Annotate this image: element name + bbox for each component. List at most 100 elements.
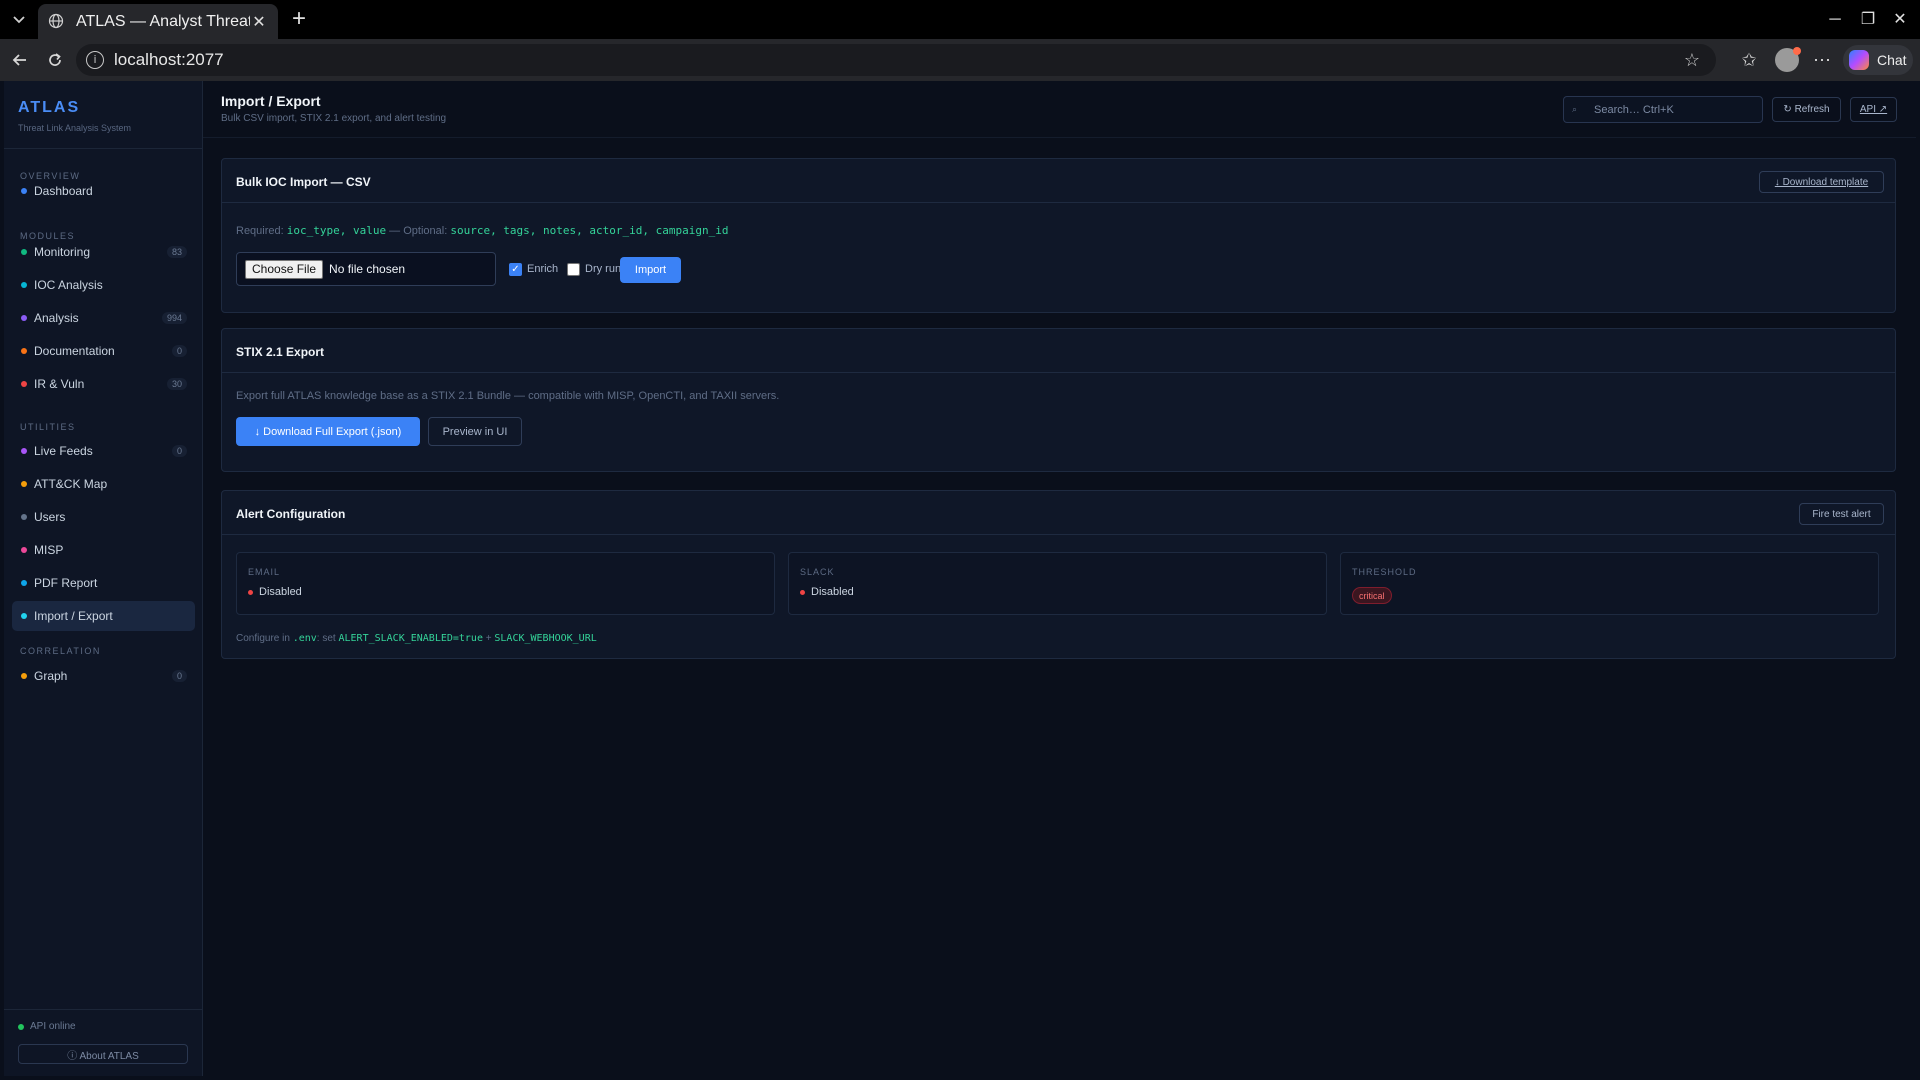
- card-title: Bulk IOC Import — CSV: [236, 175, 371, 189]
- more-menu-icon[interactable]: ⋯: [1810, 48, 1834, 72]
- sidebar-item-import-export[interactable]: Import / Export: [12, 601, 195, 631]
- sidebar-item-graph[interactable]: Graph 0: [12, 661, 195, 691]
- browser-tab-active[interactable]: ATLAS — Analyst Threat & I ✕: [38, 4, 278, 39]
- about-atlas-button[interactable]: ⓘ About ATLAS: [18, 1044, 188, 1064]
- enrich-label: Enrich: [527, 263, 559, 275]
- sidebar-item-ioc-analysis[interactable]: IOC Analysis: [12, 270, 195, 300]
- sidebar-item-misp[interactable]: MISP: [12, 535, 195, 565]
- atlas-app: ATLAS Threat Link Analysis System OVERVI…: [4, 81, 1916, 1076]
- sidebar-item-dashboard[interactable]: Dashboard: [12, 176, 195, 206]
- email-alert-box: EMAIL Disabled: [236, 552, 775, 615]
- chat-label: Chat: [1877, 52, 1907, 68]
- sidebar-item-documentation[interactable]: Documentation 0: [12, 336, 195, 366]
- site-info-icon[interactable]: i: [86, 51, 104, 69]
- favorites-icon[interactable]: ✩: [1737, 48, 1761, 72]
- tab-title: ATLAS — Analyst Threat & I: [76, 12, 250, 30]
- import-button[interactable]: Import: [620, 257, 681, 283]
- threshold-box: THRESHOLD critical: [1340, 552, 1879, 615]
- api-status-label: API online: [30, 1021, 76, 1032]
- slack-label: SLACK: [800, 567, 835, 577]
- api-button[interactable]: API ↗: [1850, 97, 1897, 122]
- severity-badge: critical: [1352, 587, 1392, 604]
- csv-import-card: Bulk IOC Import — CSV ↓ Download templat…: [221, 158, 1896, 313]
- fire-test-alert-button[interactable]: Fire test alert: [1799, 503, 1884, 525]
- optional-fields: source, tags, notes, actor_id, campaign_…: [450, 224, 729, 237]
- status-dot: [21, 481, 27, 487]
- threshold-label: THRESHOLD: [1352, 567, 1417, 577]
- sidebar-item-label: ATT&CK Map: [34, 477, 108, 491]
- download-full-export-button[interactable]: ↓ Download Full Export (.json): [236, 417, 420, 446]
- page-subtitle: Bulk CSV import, STIX 2.1 export, and al…: [221, 113, 447, 124]
- api-status: API online: [18, 1021, 76, 1032]
- enrich-checkbox[interactable]: ✓: [509, 263, 522, 276]
- brand[interactable]: ATLAS Threat Link Analysis System: [18, 99, 131, 133]
- divider: [4, 148, 203, 149]
- sidebar-item-attack-map[interactable]: ATT&CK Map: [12, 469, 195, 499]
- required-fields: ioc_type, value: [286, 224, 387, 237]
- slack-status-text: Disabled: [811, 586, 854, 598]
- dry-run-checkbox[interactable]: [567, 263, 580, 276]
- bookmark-star-icon[interactable]: ☆: [1684, 50, 1700, 71]
- count-badge: 0: [171, 670, 187, 682]
- status-dot: [21, 348, 27, 354]
- refresh-button[interactable]: ↻ Refresh: [1772, 97, 1841, 122]
- status-dot: [21, 673, 27, 679]
- sidebar-item-live-feeds[interactable]: Live Feeds 0: [12, 436, 195, 466]
- main-content: Import / Export Bulk CSV import, STIX 2.…: [203, 81, 1916, 1076]
- window-close-icon[interactable]: ✕: [1890, 10, 1910, 30]
- sidebar: ATLAS Threat Link Analysis System OVERVI…: [4, 81, 203, 1076]
- brand-subtitle: Threat Link Analysis System: [18, 123, 132, 133]
- dry-run-label: Dry run: [585, 263, 622, 275]
- search-input[interactable]: ⌕ Search… Ctrl+K: [1563, 96, 1763, 123]
- status-dot: [21, 613, 27, 619]
- preview-in-ui-button[interactable]: Preview in UI: [428, 417, 522, 446]
- disabled-dot: [248, 589, 253, 595]
- count-badge: 994: [161, 312, 187, 324]
- tab-close-icon[interactable]: ✕: [250, 13, 268, 31]
- profile-notification-dot: [1793, 47, 1801, 55]
- address-bar[interactable]: i localhost:2077 ☆: [76, 44, 1716, 76]
- sidebar-item-monitoring[interactable]: Monitoring 83: [12, 237, 195, 267]
- sidebar-item-pdf-report[interactable]: PDF Report: [12, 568, 195, 598]
- reload-icon[interactable]: [44, 49, 66, 71]
- api-online-dot: [18, 1023, 24, 1030]
- sidebar-item-label: Users: [34, 510, 66, 524]
- new-tab-icon[interactable]: +: [288, 7, 310, 31]
- chat-button[interactable]: Chat: [1843, 45, 1913, 75]
- tab-list-dropdown-icon[interactable]: [8, 8, 30, 30]
- section-utilities: UTILITIES: [20, 422, 76, 432]
- sidebar-item-label: PDF Report: [34, 576, 98, 590]
- status-dot: [21, 188, 27, 194]
- sidebar-item-users[interactable]: Users: [12, 502, 195, 532]
- slack-status: Disabled: [800, 586, 854, 598]
- back-icon[interactable]: [9, 49, 31, 71]
- status-dot: [21, 547, 27, 553]
- divider: [203, 137, 1916, 138]
- card-header: Alert Configuration Fire test alert: [222, 491, 1895, 535]
- count-badge: 0: [171, 345, 187, 357]
- minimize-icon[interactable]: ─: [1825, 10, 1845, 30]
- status-dot: [21, 514, 27, 520]
- slack-alert-box: SLACK Disabled: [788, 552, 1327, 615]
- count-badge: 0: [171, 445, 187, 457]
- stix-description: Export full ATLAS knowledge base as a ST…: [236, 390, 780, 402]
- alert-configuration-card: Alert Configuration Fire test alert EMAI…: [221, 490, 1896, 659]
- card-title: STIX 2.1 Export: [236, 345, 325, 359]
- csv-file-input[interactable]: Choose File No file chosen: [236, 252, 496, 286]
- config-plus: +: [485, 633, 492, 644]
- sidebar-item-analysis[interactable]: Analysis 994: [12, 303, 195, 333]
- card-header: STIX 2.1 Export: [222, 329, 1895, 373]
- config-file: .env: [292, 633, 317, 644]
- status-dot: [21, 315, 27, 321]
- download-template-button[interactable]: ↓ Download template: [1759, 171, 1884, 193]
- sidebar-item-label: Import / Export: [34, 609, 113, 623]
- sidebar-item-ir-vuln[interactable]: IR & Vuln 30: [12, 369, 195, 399]
- email-status: Disabled: [248, 586, 302, 598]
- sidebar-item-label: Dashboard: [34, 184, 93, 198]
- choose-file-button[interactable]: Choose File: [245, 259, 324, 279]
- restore-icon[interactable]: ❐: [1858, 10, 1878, 30]
- page-title: Import / Export: [221, 93, 321, 109]
- alert-config-hint: Configure in .env: set ALERT_SLACK_ENABL…: [236, 633, 597, 644]
- status-dot: [21, 448, 27, 454]
- email-status-text: Disabled: [259, 586, 302, 598]
